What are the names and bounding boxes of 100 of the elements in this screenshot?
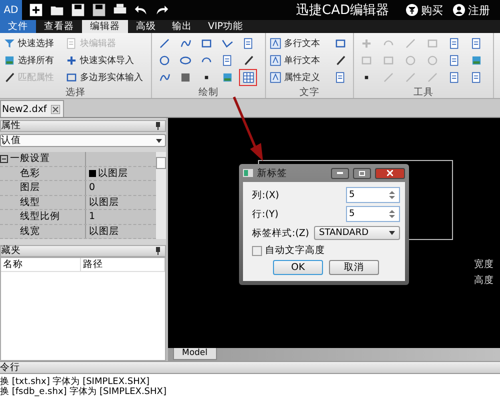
canvas-label: 宽度 [474,258,494,271]
ribbon-item[interactable]: 多边形实体输入 [65,71,148,84]
minimize-icon [337,172,343,174]
text-icon [269,71,282,84]
preset-value: 认值 [1,134,21,147]
text-icon [269,37,282,50]
spinner-arrows-icon[interactable] [387,208,397,220]
ribbon-item[interactable]: 单行文本 [269,54,329,67]
register-button[interactable]: 注册 [453,2,490,18]
maximize-button[interactable] [353,168,371,178]
ellipse-icon [178,54,192,67]
number-field[interactable]: 5 [346,206,400,222]
buy-button[interactable]: 购买 [406,2,443,18]
ribbon-tab[interactable]: VIP功能 [200,20,252,33]
document-icon [242,37,254,50]
property-name: 色彩 [20,166,40,180]
ribbon-item[interactable]: 属性定义 [269,71,329,84]
coin-icon [406,4,418,16]
hatch-icon [178,71,192,84]
panel-title: 藏夹 [1,246,21,256]
column-header: 路径 [81,258,165,271]
user-icon [453,4,465,16]
command-output: 换 [fsdb_e.shx] 字体为 [SIMPLEX.SHX] [0,387,168,397]
arrow [230,95,266,163]
file-menu-button[interactable]: 文件 [0,20,36,33]
pen-icon [3,71,16,84]
ribbon-item[interactable]: 选择所有 [3,54,63,67]
circle-icon [158,54,170,67]
document-icon [334,71,346,84]
line-icon [382,71,394,84]
circle-icon [426,54,438,67]
line-icon [426,71,438,84]
property-name: 线型比例 [20,210,60,224]
table-icon [242,71,254,84]
ribbon-tab[interactable]: 编辑器 [82,20,128,33]
polyline-icon [220,37,234,50]
tool-button[interactable] [239,69,257,86]
panel-title: 属性 [1,121,21,131]
cancel-button[interactable]: 取消 [329,260,379,275]
field-label: 行:(Y) [252,208,278,220]
ribbon-tab[interactable]: 输出 [164,20,200,33]
rectangle-icon [426,37,438,50]
document-icon [65,37,78,50]
image-icon [3,54,16,67]
maximize-icon [359,170,365,176]
property-value: 以图层 [98,166,128,180]
number-field[interactable]: 5 [346,187,400,203]
group-label: 工具 [412,86,434,98]
document-icon [470,37,482,50]
close-icon[interactable] [50,104,60,114]
caret-icon [389,231,395,235]
minimize-button[interactable] [331,168,349,178]
field-label: 标签样式:(Z) [252,226,310,240]
group-label: 绘制 [198,86,220,98]
ribbon-item[interactable]: 多行文本 [269,37,329,50]
window-icon [243,169,253,177]
save-icon[interactable] [92,3,106,17]
rectangle-icon [65,71,78,84]
document-icon [220,54,234,67]
command-line-title: 令行 [0,361,500,374]
property-name: 图层 [20,181,40,194]
line-icon [158,37,170,50]
spinner-arrows-icon[interactable] [387,189,397,201]
ribbon-tab[interactable]: 高级 [128,20,164,33]
pin-icon[interactable] [155,247,161,255]
ribbon-item[interactable]: 快速实体导入 [65,54,148,67]
close-button[interactable] [375,168,405,178]
new-icon[interactable] [29,3,43,17]
curve-icon [178,37,192,50]
document-tab[interactable]: New2.dxf [0,100,64,117]
circle-icon [404,54,416,67]
preset-dropdown[interactable]: 认值 [0,134,166,147]
plus-icon [360,37,372,50]
ribbon-item[interactable]: 快速选择 [3,37,63,50]
pin-icon[interactable] [155,122,161,130]
app-logo: AD [0,0,22,20]
line-icon [404,71,416,84]
property-value: 以图层 [89,196,119,209]
ok-button[interactable]: OK [273,260,323,275]
caret-icon [156,138,162,142]
document-icon [470,71,482,84]
color-swatch [89,170,96,177]
property-value: 0 [89,182,96,194]
close-icon [387,170,393,176]
ribbon-tab[interactable]: 查看器 [36,20,82,33]
group-label: 文字 [298,86,320,98]
style-dropdown[interactable]: STANDARD [314,226,400,240]
rectangle-icon [382,54,394,67]
filter-icon [3,37,16,50]
property-name: 线型 [20,196,40,209]
checkbox[interactable] [252,246,262,256]
property-value: 1 [89,211,96,222]
collapse-icon[interactable] [0,154,8,163]
line-icon [404,37,416,50]
layout-tab[interactable]: Model [173,348,217,360]
rectangle-icon [360,54,372,67]
property-value: 以图层 [89,224,119,238]
image-icon [220,71,234,84]
save-icon[interactable] [71,3,85,17]
curve-icon [158,71,170,84]
